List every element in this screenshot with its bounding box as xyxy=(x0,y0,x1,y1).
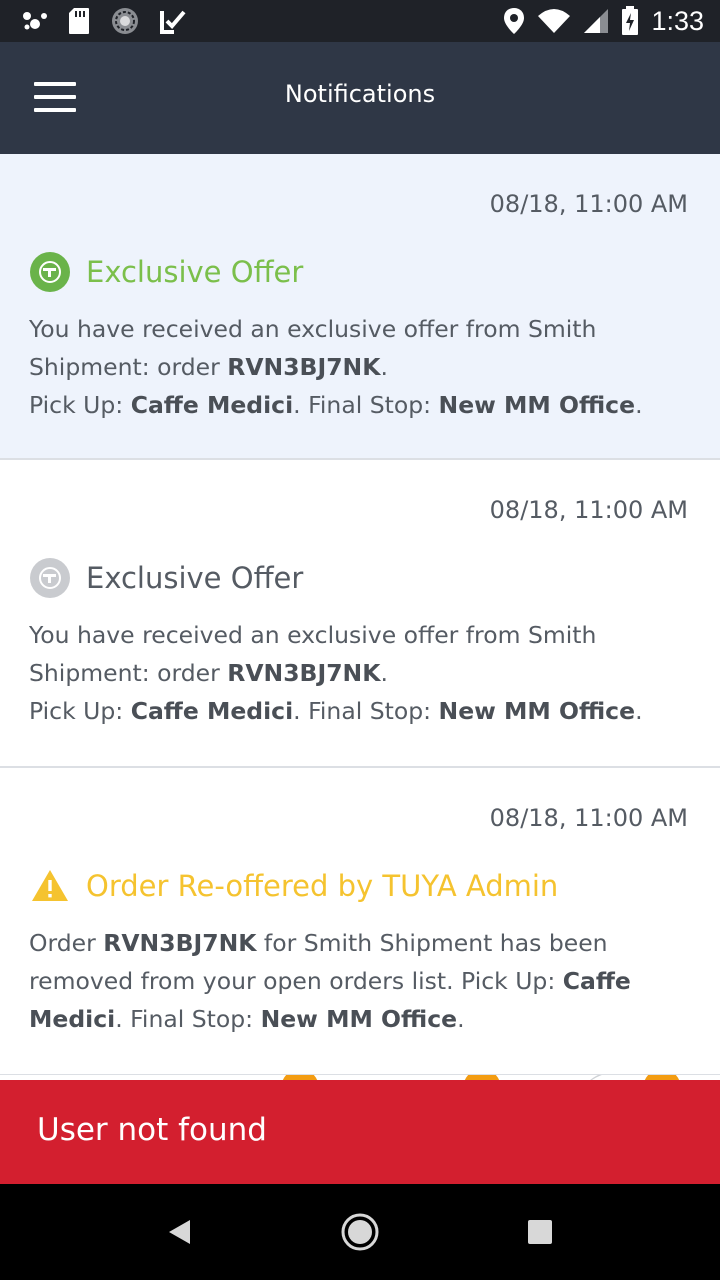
notification-title-row: Order Re-offered by TUYA Admin xyxy=(30,866,558,906)
notification-title: Order Re-offered by TUYA Admin xyxy=(86,869,559,903)
notification-body: You have received an exclusive offer fro… xyxy=(29,315,643,419)
back-triangle-icon[interactable] xyxy=(156,1208,204,1256)
notification-title: Exclusive Offer xyxy=(86,561,304,595)
notification-time: 08/18, 11:00 AM xyxy=(489,190,688,218)
notification-time: 08/18, 11:00 AM xyxy=(489,496,688,524)
dots-icon xyxy=(23,12,47,30)
pickup-location: Caffe Medici xyxy=(130,697,294,725)
final-stop: New MM Office xyxy=(260,1005,458,1033)
notification-body: You have received an exclusive offer fro… xyxy=(29,621,643,725)
notification-body: Order RVN3BJ7NK for Smith Shipment has b… xyxy=(29,929,631,1033)
final-stop: New MM Office xyxy=(438,391,636,419)
screen: 1:33 Notifications 08/18, 11:00 AM Exclu… xyxy=(0,0,720,1280)
app-header: Notifications xyxy=(0,42,720,154)
notification-time: 08/18, 11:00 AM xyxy=(489,804,688,832)
notification-item[interactable]: 08/18, 11:00 AM Order Re-offered by TUYA… xyxy=(0,768,720,1076)
notification-list: 08/18, 11:00 AM Exclusive Offer You have… xyxy=(0,154,720,1076)
sd-card-icon xyxy=(69,8,89,34)
pickup-location: Caffe Medici xyxy=(130,391,294,419)
wifi-icon xyxy=(538,9,571,33)
status-bar-left xyxy=(22,6,186,36)
notification-title-row: Exclusive Offer xyxy=(30,558,303,598)
location-icon xyxy=(504,8,525,34)
home-circle-icon[interactable] xyxy=(336,1208,384,1256)
notification-title: Exclusive Offer xyxy=(86,255,304,289)
final-stop: New MM Office xyxy=(438,697,636,725)
order-id: RVN3BJ7NK xyxy=(227,659,381,687)
check-arrow-icon xyxy=(160,10,186,34)
menu-bar-bottom xyxy=(34,108,76,112)
recents-square-icon[interactable] xyxy=(516,1208,564,1256)
error-toast: User not found xyxy=(0,1080,720,1184)
page-title: Notifications xyxy=(284,80,436,108)
battery-charging-icon xyxy=(622,6,639,35)
offer-badge-icon xyxy=(30,558,70,598)
toast-message: User not found xyxy=(37,1112,267,1148)
status-bar: 1:33 xyxy=(0,0,720,42)
notification-title-row: Exclusive Offer xyxy=(30,252,303,292)
notification-item[interactable]: 08/18, 11:00 AM Exclusive Offer You have… xyxy=(0,154,720,460)
order-id: RVN3BJ7NK xyxy=(103,929,257,957)
offer-badge-icon xyxy=(30,252,70,292)
signal-icon xyxy=(584,9,609,33)
status-time: 1:33 xyxy=(651,5,704,36)
status-bar-right: 1:33 xyxy=(503,4,704,38)
warning-icon xyxy=(32,870,68,901)
system-nav-bar xyxy=(0,1184,720,1280)
order-id: RVN3BJ7NK xyxy=(227,353,381,381)
sync-circle-icon xyxy=(112,8,138,34)
notification-item[interactable]: 08/18, 11:00 AM Exclusive Offer You have… xyxy=(0,460,720,768)
